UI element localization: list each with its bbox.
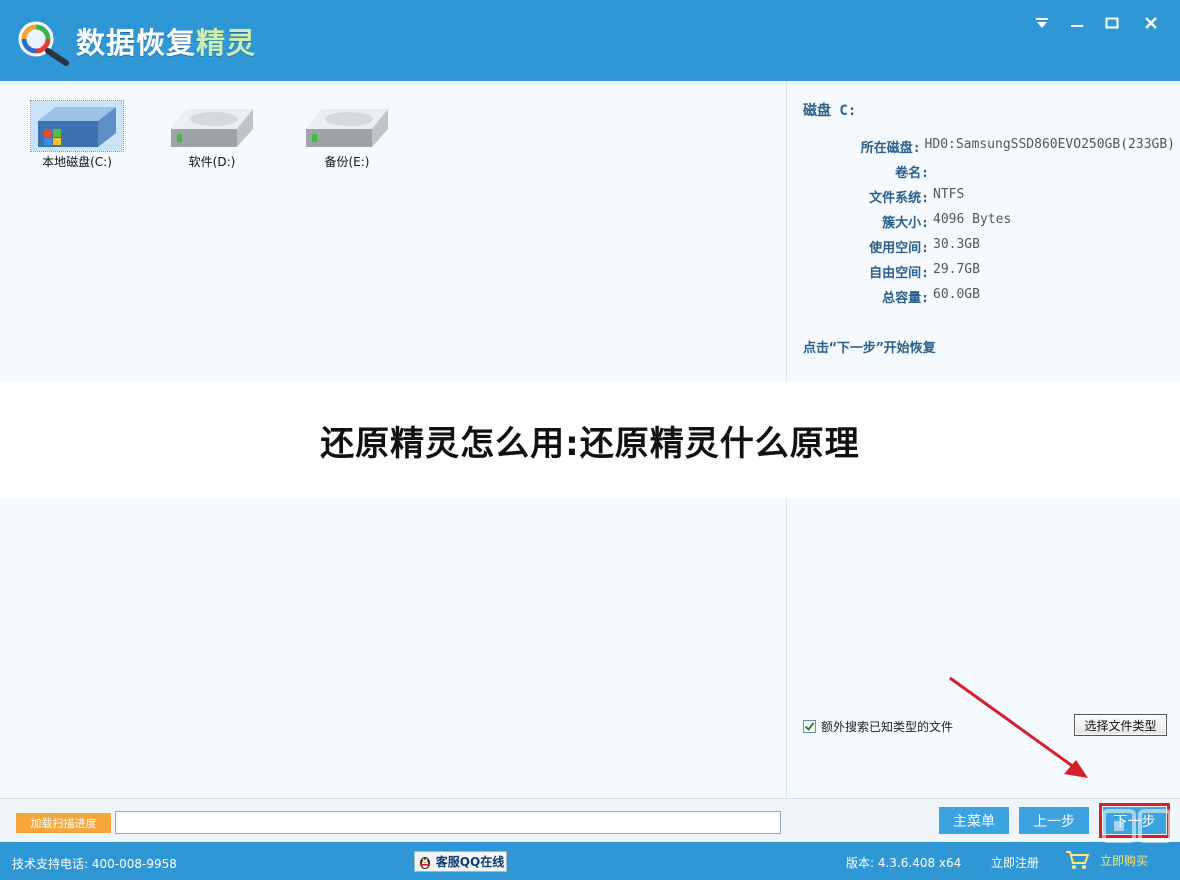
title-bar: 数据恢复精灵 — [0, 0, 1180, 81]
drive-label: 本地磁盘(C:) — [42, 155, 112, 169]
close-icon[interactable] — [1137, 12, 1165, 34]
info-row: 总容量: 60.0GB — [882, 287, 980, 306]
minimize-icon[interactable] — [1063, 12, 1091, 34]
extra-search-checkbox[interactable]: 额外搜索已知类型的文件 — [803, 718, 953, 735]
maximize-icon[interactable] — [1098, 12, 1126, 34]
status-bar: 技术支持电话: 400-008-9958 客服QQ在线 版本: 4.3.6.40… — [0, 842, 1180, 880]
support-phone: 技术支持电话: 400-008-9958 — [12, 857, 177, 871]
drive-item-d[interactable]: 软件(D:) — [157, 101, 267, 170]
watermark-logo-icon — [1102, 809, 1172, 843]
bottom-toolbar: 加载扫描进度 主菜单 上一步 下一步 — [0, 798, 1180, 842]
penguin-icon — [419, 856, 430, 869]
info-row: 自由空间: 29.7GB — [869, 262, 980, 281]
app-title: 数据恢复精灵 — [76, 26, 257, 60]
main-menu-button[interactable]: 主菜单 — [939, 807, 1009, 834]
checkbox-icon[interactable] — [803, 720, 816, 733]
annotation-arrow-icon — [949, 676, 1088, 778]
cart-icon — [1066, 851, 1090, 869]
progress-field — [115, 811, 781, 834]
info-row: 使用空间: 30.3GB — [869, 237, 980, 256]
drive-item-c[interactable]: 本地磁盘(C:) — [22, 100, 132, 170]
hard-drive-icon — [306, 109, 388, 147]
disk-info-list: 所在磁盘: HD0:SamsungSSD860EVO250GB(233GB) 卷名… — [803, 137, 1175, 312]
extra-search-label: 额外搜索已知类型的文件 — [821, 720, 954, 734]
load-progress-button[interactable]: 加载扫描进度 — [16, 813, 111, 833]
drive-item-e[interactable]: 备份(E:) — [292, 101, 402, 170]
hard-drive-icon — [171, 109, 253, 147]
qq-support-button[interactable]: 客服QQ在线 — [414, 851, 507, 872]
magnifier-logo-icon — [18, 21, 69, 66]
register-link[interactable]: 立即注册 — [991, 854, 1039, 871]
info-row: 卷名: — [895, 166, 929, 181]
info-row: 所在磁盘: HD0:SamsungSSD860EVO250GB(233GB) — [860, 137, 1175, 156]
drive-label: 备份(E:) — [324, 155, 370, 169]
disk-info-title: 磁盘 C: — [803, 103, 857, 119]
banner-text: 还原精灵怎么用:还原精灵什么原理 — [320, 423, 860, 464]
drive-label: 软件(D:) — [188, 155, 236, 169]
info-row: 簇大小: 4096 Bytes — [882, 212, 1012, 231]
prev-step-button[interactable]: 上一步 — [1019, 807, 1089, 834]
overlay-banner: 还原精灵怎么用:还原精灵什么原理 — [0, 382, 1180, 498]
dropdown-menu-icon[interactable] — [1028, 12, 1056, 34]
recovery-hint: 点击“下一步”开始恢复 — [803, 341, 936, 356]
system-drive-icon — [38, 107, 116, 147]
version-label: 版本: 4.3.6.408 x64 — [846, 856, 962, 870]
info-row: 文件系统: NTFS — [869, 187, 965, 206]
